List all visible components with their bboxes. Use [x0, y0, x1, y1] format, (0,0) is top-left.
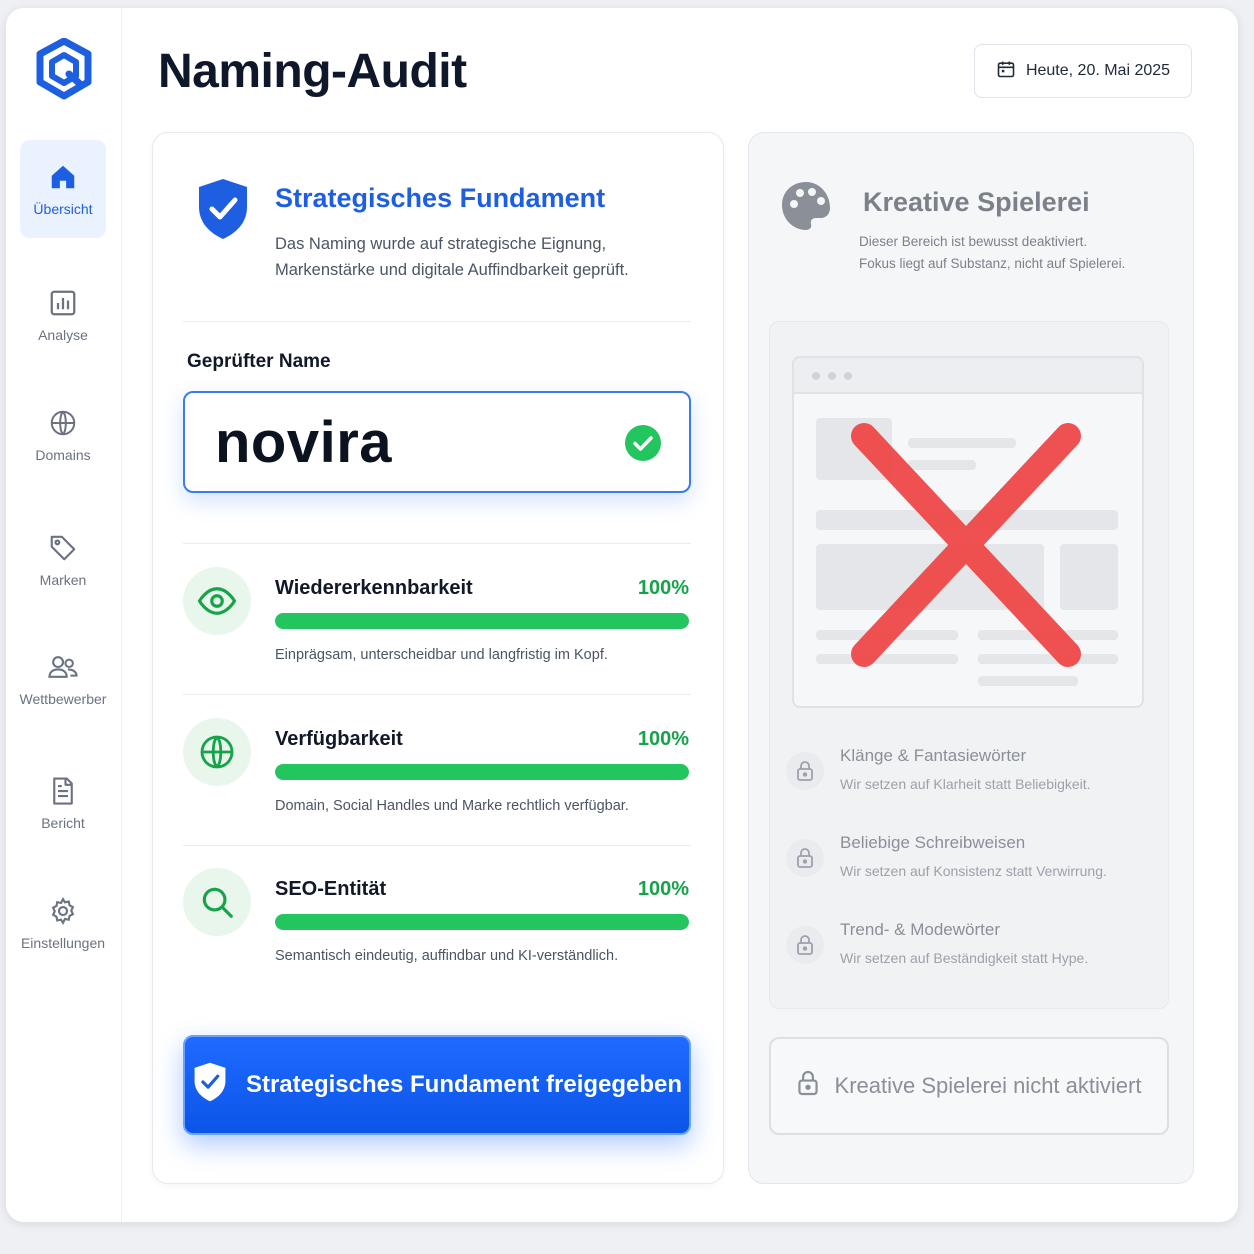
- sidebar-item-einstellungen[interactable]: Einstellungen: [20, 874, 106, 972]
- document-icon: [47, 775, 79, 807]
- shield-check-icon: [195, 177, 251, 241]
- locked-item-description: Wir setzen auf Konsistenz statt Verwirru…: [840, 863, 1107, 879]
- sidebar-item-label: Übersicht: [33, 201, 93, 217]
- metric-percent: 100%: [637, 577, 689, 599]
- metric-name: Wiedererkennbarkeit: [275, 577, 473, 599]
- checked-name-field[interactable]: novira: [183, 391, 691, 493]
- palette-icon: [779, 179, 833, 233]
- strategic-foundation-card: Strategisches Fundament Das Naming wurde…: [152, 132, 724, 1184]
- sidebar-item-uebersicht[interactable]: Übersicht: [20, 140, 106, 238]
- progress-bar: [275, 613, 689, 629]
- locked-item: Trend- & Modewörter Wir setzen auf Bestä…: [786, 920, 1156, 980]
- checked-name-value: novira: [215, 409, 393, 475]
- metric-percent: 100%: [637, 878, 689, 900]
- locked-item-title: Beliebige Schreibweisen: [840, 833, 1026, 852]
- locked-item-title: Trend- & Modewörter: [840, 920, 1000, 939]
- lock-icon: [786, 752, 824, 790]
- lock-icon: [786, 839, 824, 877]
- creative-description-line: Fokus liegt auf Substanz, nicht auf Spie…: [859, 256, 1126, 271]
- metric-name: Verfügbarkeit: [275, 728, 403, 750]
- date-label: Heute, 20. Mai 2025: [1025, 62, 1171, 79]
- sidebar-item-marken[interactable]: Marken: [20, 511, 106, 609]
- creative-play-card: Kreative Spielerei Dieser Bereich ist be…: [748, 132, 1194, 1184]
- lock-icon: [786, 926, 824, 964]
- globe-icon: [47, 407, 79, 439]
- checked-name-label: Geprüfter Name: [187, 351, 331, 372]
- progress-fill: [275, 914, 689, 930]
- creative-description: Dieser Bereich ist bewusst deaktiviert. …: [859, 231, 1169, 275]
- divider: [183, 321, 691, 322]
- sidebar-item-domains[interactable]: Domains: [20, 386, 106, 484]
- creative-description-line: Dieser Bereich ist bewusst deaktiviert.: [859, 234, 1088, 249]
- creative-disabled-button-label: Kreative Spielerei nicht aktiviert: [834, 1073, 1142, 1098]
- locked-item-title: Klänge & Fantasiewörter: [840, 746, 1027, 765]
- progress-bar: [275, 914, 689, 930]
- browser-mockup-toolbar: [794, 358, 1142, 394]
- page-title: Naming-Audit: [158, 45, 467, 98]
- locked-item: Klänge & Fantasiewörter Wir setzen auf K…: [786, 746, 1156, 806]
- sidebar: Übersicht Analyse Domains Marken Wettbew: [6, 8, 122, 1222]
- calendar-icon: [996, 59, 1016, 84]
- date-button[interactable]: Heute, 20. Mai 2025: [974, 44, 1192, 98]
- sidebar-item-label: Bericht: [41, 815, 85, 831]
- metric-percent: 100%: [637, 728, 689, 750]
- sidebar-item-analyse[interactable]: Analyse: [20, 266, 106, 364]
- search-icon: [183, 868, 251, 936]
- gear-icon: [47, 895, 79, 927]
- bar-chart-icon: [47, 287, 79, 319]
- sidebar-item-bericht[interactable]: Bericht: [20, 754, 106, 852]
- strategic-title: Strategisches Fundament: [275, 183, 606, 213]
- metric-verfuegbarkeit: Verfügbarkeit 100% Domain, Social Handle…: [183, 694, 691, 844]
- progress-fill: [275, 764, 689, 780]
- metric-wiedererkennbarkeit: Wiedererkennbarkeit 100% Einprägsam, unt…: [183, 543, 691, 693]
- locked-item: Beliebige Schreibweisen Wir setzen auf K…: [786, 833, 1156, 893]
- metric-name: SEO-Entität: [275, 878, 387, 900]
- users-icon: [47, 651, 79, 683]
- approve-button-label: Strategisches Fundament freigegeben: [245, 1071, 683, 1098]
- sidebar-item-label: Einstellungen: [20, 935, 106, 951]
- strategic-description: Das Naming wurde auf strategische Eignun…: [275, 235, 629, 279]
- metric-description: Einprägsam, unterscheidbar und langfrist…: [275, 647, 608, 663]
- creative-title: Kreative Spielerei: [863, 187, 1090, 217]
- sidebar-item-label: Wettbewerber: [19, 691, 107, 707]
- progress-bar: [275, 764, 689, 780]
- sidebar-item-wettbewerber[interactable]: Wettbewerber: [20, 630, 106, 728]
- metric-seo-entitaet: SEO-Entität 100% Semantisch eindeutig, a…: [183, 844, 691, 994]
- approve-foundation-button[interactable]: Strategisches Fundament freigegeben: [183, 1035, 691, 1135]
- app-window: Übersicht Analyse Domains Marken Wettbew: [6, 8, 1238, 1222]
- shield-check-icon: [192, 1061, 228, 1110]
- creative-disabled-button[interactable]: Kreative Spielerei nicht aktiviert: [769, 1037, 1169, 1135]
- sidebar-item-label: Domains: [35, 447, 91, 463]
- lock-icon: [797, 1070, 819, 1102]
- sidebar-item-label: Marken: [39, 572, 87, 588]
- disabled-cross-icon: [850, 422, 1082, 668]
- tag-icon: [47, 532, 79, 564]
- home-icon: [47, 161, 79, 193]
- eye-icon: [183, 567, 251, 635]
- metric-description: Semantisch eindeutig, auffindbar und KI-…: [275, 948, 619, 964]
- creative-preview-panel: Klänge & Fantasiewörter Wir setzen auf K…: [769, 321, 1169, 1009]
- globe-icon: [183, 718, 251, 786]
- progress-fill: [275, 613, 689, 629]
- locked-item-description: Wir setzen auf Beständigkeit statt Hype.: [840, 950, 1089, 966]
- app-logo-icon: [36, 37, 92, 100]
- locked-item-description: Wir setzen auf Klarheit statt Beliebigke…: [840, 776, 1091, 792]
- metric-description: Domain, Social Handles und Marke rechtli…: [275, 798, 629, 814]
- sidebar-item-label: Analyse: [38, 327, 88, 343]
- check-circle-icon: [625, 425, 661, 461]
